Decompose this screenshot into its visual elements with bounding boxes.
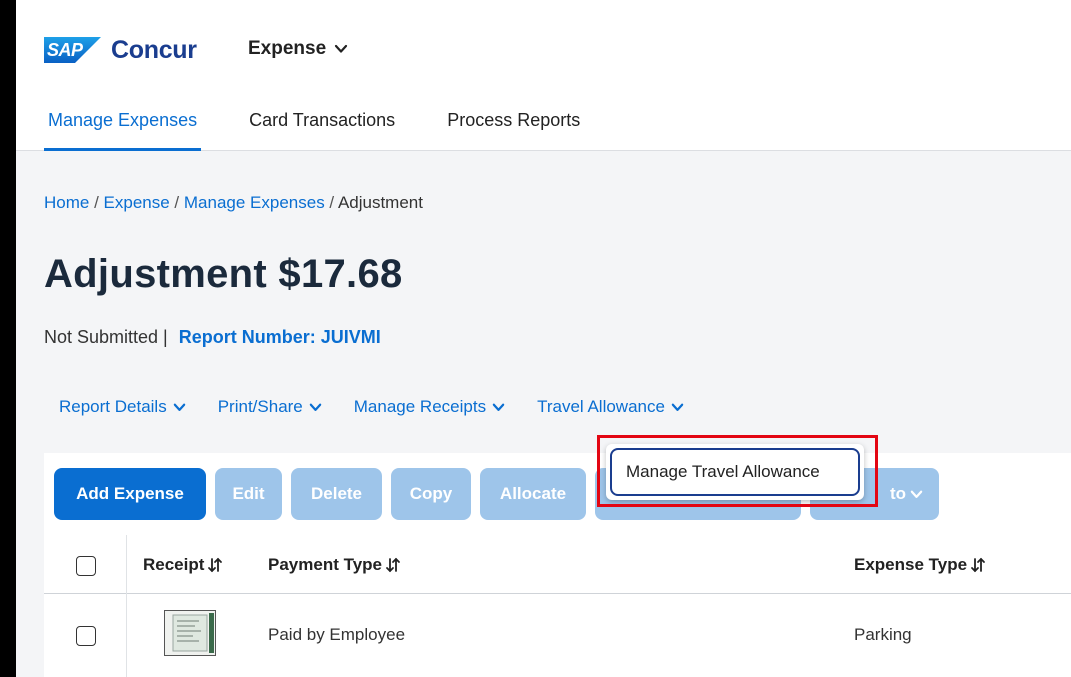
tab-manage-expenses[interactable]: Manage Expenses — [44, 108, 202, 151]
breadcrumb-separator: / — [89, 193, 104, 212]
column-header-expense-type[interactable]: Expense Type — [854, 555, 987, 575]
chevron-down-icon — [309, 403, 322, 411]
edit-button[interactable]: Edit — [215, 468, 282, 520]
expense-table: Receipt Payment Type Expense Type Paid b… — [44, 535, 1071, 677]
report-details-menu[interactable]: Report Details — [59, 397, 186, 417]
add-expense-button[interactable]: Add Expense — [54, 468, 206, 520]
print-share-label: Print/Share — [217, 397, 303, 416]
expense-type-cell: Parking — [854, 625, 912, 644]
sap-badge: SAP — [44, 37, 101, 63]
top-bar: SAP Concur Expense Manage Expenses Card … — [16, 0, 1071, 151]
expense-toolbar: Add Expense Edit Delete Copy Allocate to — [44, 453, 1071, 535]
breadcrumb-manage-expenses[interactable]: Manage Expenses — [184, 193, 325, 212]
manage-receipts-menu[interactable]: Manage Receipts — [354, 397, 505, 417]
main-tabs: Manage Expenses Card Transactions Proces… — [44, 108, 628, 151]
product-label: Expense — [248, 38, 327, 59]
highlight-annotation-box — [597, 435, 878, 507]
sort-icon — [386, 557, 400, 573]
page-title: Adjustment $17.68 — [44, 252, 403, 296]
chevron-down-icon — [335, 44, 348, 53]
tab-card-transactions[interactable]: Card Transactions — [245, 108, 399, 151]
chevron-down-icon — [492, 403, 505, 411]
receipt-thumbnail[interactable] — [164, 610, 216, 656]
move-to-label: to — [889, 484, 906, 503]
sort-icon — [208, 557, 223, 573]
report-details-label: Report Details — [59, 397, 167, 416]
breadcrumb-current: Adjustment — [337, 193, 423, 212]
report-status-line: Not Submitted | Report Number: JUIVMI — [44, 327, 381, 348]
logo-sap-text: SAP — [47, 40, 83, 60]
tab-process-reports[interactable]: Process Reports — [443, 108, 584, 151]
travel-allowance-label: Travel Allowance — [537, 397, 665, 416]
copy-button[interactable]: Copy — [391, 468, 471, 520]
breadcrumb: Home / Expense / Manage Expenses / Adjus… — [44, 193, 423, 213]
app-window: SAP Concur Expense Manage Expenses Card … — [16, 0, 1071, 677]
column-header-receipt[interactable]: Receipt — [143, 555, 224, 575]
breadcrumb-home[interactable]: Home — [44, 193, 89, 212]
receipt-image-icon — [172, 613, 214, 653]
breadcrumb-separator: / — [324, 193, 338, 212]
logo-concur-text: Concur — [111, 35, 197, 64]
manage-receipts-label: Manage Receipts — [353, 397, 487, 416]
chevron-down-icon — [671, 403, 684, 411]
column-header-payment-type[interactable]: Payment Type — [268, 555, 402, 575]
delete-button[interactable]: Delete — [291, 468, 382, 520]
travel-allowance-menu[interactable]: Travel Allowance — [537, 397, 684, 417]
sap-concur-logo[interactable]: SAP Concur — [44, 36, 197, 64]
print-share-menu[interactable]: Print/Share — [218, 397, 322, 417]
column-divider — [126, 535, 127, 677]
sort-icon — [971, 557, 985, 573]
status-text: Not Submitted | — [44, 327, 168, 347]
select-all-checkbox[interactable] — [76, 556, 96, 576]
report-menu: Report Details Print/Share Manage Receip… — [59, 397, 716, 417]
report-number-link[interactable]: Report Number: JUIVMI — [179, 327, 381, 347]
breadcrumb-expense[interactable]: Expense — [104, 193, 170, 212]
row-checkbox[interactable] — [76, 626, 96, 646]
breadcrumb-separator: / — [169, 193, 184, 212]
allocate-button[interactable]: Allocate — [480, 468, 586, 520]
chevron-down-icon — [173, 403, 185, 411]
column-header-label: Payment Type — [268, 555, 383, 574]
chevron-down-icon — [910, 490, 923, 498]
product-switcher[interactable]: Expense — [248, 38, 348, 60]
column-header-label: Receipt — [143, 555, 205, 574]
column-header-label: Expense Type — [854, 555, 968, 574]
payment-type-cell: Paid by Employee — [268, 625, 406, 644]
